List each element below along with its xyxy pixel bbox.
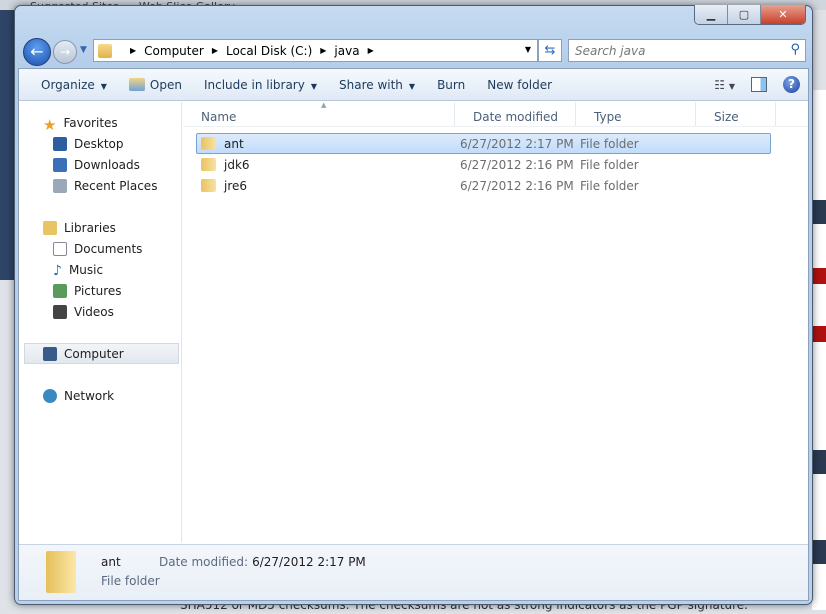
details-date-modified: Date modified: 6/27/2012 2:17 PM — [159, 555, 366, 569]
pictures-icon — [53, 283, 67, 298]
column-name[interactable]: Name ▲ — [183, 101, 455, 126]
share-with-button[interactable]: Share with ▼ — [328, 78, 426, 92]
explorer-body: Organize ▼ Open Include in library ▼ Share… — [18, 68, 809, 601]
search-icon[interactable]: ⚲ — [790, 42, 800, 57]
address-bar[interactable]: ▶ Computer ▶ Local Disk (C:) ▶ java ▶ ▼ — [93, 39, 538, 62]
details-name: ant — [101, 555, 121, 569]
background-page-right — [812, 90, 826, 610]
command-bar: Organize ▼ Open Include in library ▼ Share… — [19, 69, 808, 101]
sidebar-item-network[interactable]: Network — [19, 385, 181, 406]
window-controls: ▁ ▢ ✕ — [694, 5, 806, 25]
documents-icon — [53, 241, 67, 256]
organize-button[interactable]: Organize ▼ — [19, 78, 118, 92]
file-row-jdk6[interactable]: jdk6 6/27/2012 2:16 PM File folder — [196, 154, 771, 175]
libraries-icon — [43, 220, 57, 235]
recent-places-icon — [53, 178, 67, 193]
sidebar-item-computer[interactable]: Computer — [24, 343, 179, 364]
burn-button[interactable]: Burn — [426, 78, 476, 92]
back-button[interactable]: ← — [23, 38, 51, 66]
chevron-right-icon[interactable]: ▶ — [130, 46, 136, 55]
column-type[interactable]: Type — [576, 102, 696, 126]
file-row-jre6[interactable]: jre6 6/27/2012 2:16 PM File folder — [196, 175, 771, 196]
network-icon — [43, 388, 57, 403]
breadcrumb-computer[interactable]: Computer — [144, 44, 204, 58]
music-icon: ♪ — [53, 262, 62, 279]
column-size[interactable]: Size — [696, 102, 776, 126]
maximize-button[interactable]: ▢ — [728, 5, 761, 24]
folder-icon — [201, 179, 216, 192]
recent-pages-dropdown[interactable]: ▼ — [80, 45, 87, 55]
folder-icon — [98, 43, 112, 58]
file-row-ant[interactable]: ant 6/27/2012 2:17 PM File folder — [196, 133, 771, 154]
chevron-right-icon[interactable]: ▶ — [368, 46, 374, 55]
navigation-bar: ← → ▼ ▶ Computer ▶ Local Disk (C:) ▶ jav… — [23, 37, 806, 67]
column-headers: Name ▲ Date modified Type Size — [183, 101, 808, 127]
navigation-pane: ★ Favorites Desktop Downloads Recent Plac… — [19, 102, 182, 542]
explorer-window: ▁ ▢ ✕ ← → ▼ ▶ Computer ▶ Local Disk (C:)… — [14, 5, 813, 605]
sidebar-item-documents[interactable]: Documents — [19, 238, 181, 259]
new-folder-button[interactable]: New folder — [476, 78, 563, 92]
refresh-button[interactable]: ⇆ — [538, 39, 562, 62]
computer-icon — [43, 346, 57, 361]
search-input[interactable]: Search java ⚲ — [568, 39, 806, 62]
videos-icon — [53, 304, 67, 319]
chevron-right-icon[interactable]: ▶ — [212, 46, 218, 55]
sidebar-item-videos[interactable]: Videos — [19, 301, 181, 322]
sidebar-favorites[interactable]: ★ Favorites — [19, 112, 181, 134]
forward-button[interactable]: → — [53, 40, 77, 64]
sidebar-item-pictures[interactable]: Pictures — [19, 280, 181, 301]
sidebar-item-downloads[interactable]: Downloads — [19, 154, 181, 175]
address-dropdown-icon[interactable]: ▼ — [525, 45, 531, 54]
preview-pane-icon[interactable] — [751, 77, 767, 92]
sort-ascending-icon: ▲ — [321, 101, 327, 109]
file-list: ant 6/27/2012 2:17 PM File folder jdk6 6/27… — [196, 133, 771, 196]
desktop-icon — [53, 136, 67, 151]
details-pane: ant File folder Date modified: 6/27/2012 … — [19, 544, 808, 600]
folder-icon — [201, 137, 216, 150]
open-button[interactable]: Open — [118, 77, 193, 92]
sidebar-libraries[interactable]: Libraries — [19, 217, 181, 238]
sidebar-item-desktop[interactable]: Desktop — [19, 133, 181, 154]
folder-icon — [46, 551, 76, 593]
search-placeholder: Search java — [575, 44, 646, 58]
sidebar-item-music[interactable]: ♪ Music — [19, 259, 181, 280]
folder-icon — [201, 158, 216, 171]
include-in-library-button[interactable]: Include in library ▼ — [193, 78, 328, 92]
minimize-button[interactable]: ▁ — [695, 5, 728, 24]
close-button[interactable]: ✕ — [761, 5, 805, 24]
star-icon: ★ — [43, 115, 57, 134]
sidebar-item-recent-places[interactable]: Recent Places — [19, 175, 181, 196]
column-date-modified[interactable]: Date modified — [455, 102, 576, 126]
downloads-icon — [53, 157, 67, 172]
breadcrumb-java[interactable]: java — [334, 44, 359, 58]
breadcrumb-local-disk[interactable]: Local Disk (C:) — [226, 44, 312, 58]
help-icon[interactable]: ? — [783, 76, 800, 93]
chevron-right-icon[interactable]: ▶ — [320, 46, 326, 55]
view-options-icon[interactable]: ☷ ▼ — [714, 78, 735, 92]
open-folder-icon — [128, 77, 145, 91]
details-type: File folder — [101, 574, 160, 588]
